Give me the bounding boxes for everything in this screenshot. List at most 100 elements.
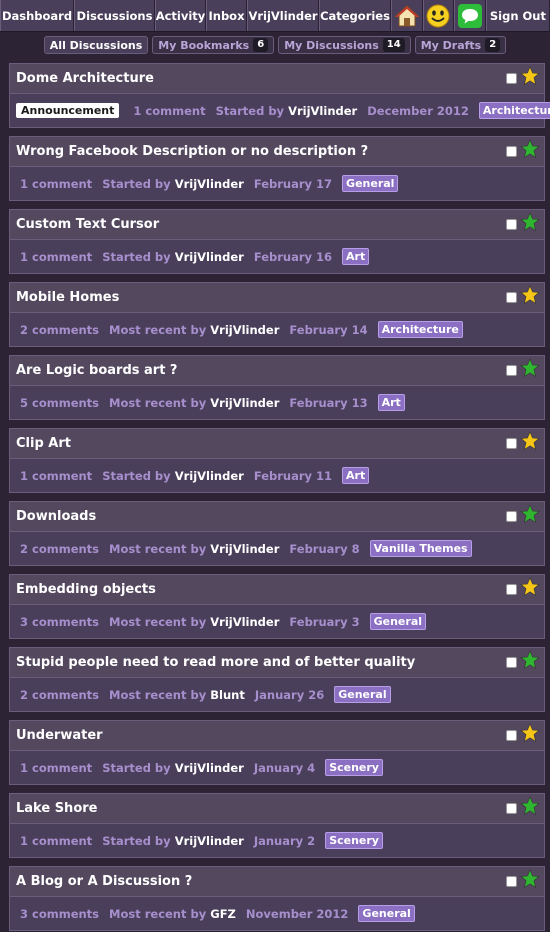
bookmark-star-icon[interactable] — [520, 577, 540, 597]
comment-count: 2 comments — [20, 322, 100, 337]
nav-inbox[interactable]: Inbox — [206, 0, 247, 31]
category-badge[interactable]: Art — [377, 394, 405, 411]
discussion-item[interactable]: Dome Architecture Announcement 1 comment… — [9, 63, 550, 128]
discussion-header: Wrong Facebook Description or no descrip… — [10, 137, 544, 167]
nav-home[interactable] — [391, 0, 423, 31]
chat-icon — [458, 3, 483, 28]
tab-my-bookmarks[interactable]: My Bookmarks 6 — [152, 36, 275, 54]
bookmark-star-icon[interactable] — [520, 212, 540, 232]
discussion-title[interactable]: Stupid people need to read more and of b… — [16, 655, 415, 670]
discussion-item[interactable]: Clip Art 1 comment Started by VrijVlinde… — [9, 428, 545, 493]
author-link[interactable]: Blunt — [210, 688, 245, 702]
smiley-icon — [426, 4, 450, 27]
bookmark-star-icon[interactable] — [520, 66, 540, 86]
bookmark-star-icon[interactable] — [520, 504, 540, 524]
last-activity: Most recent by GFZ — [109, 907, 236, 921]
tab-my-discussions[interactable]: My Discussions 14 — [278, 36, 411, 54]
nav-discussions[interactable]: Discussions — [74, 0, 155, 31]
discussion-item[interactable]: Are Logic boards art ? 5 comments Most r… — [9, 355, 545, 420]
author-link[interactable]: VrijVlinder — [175, 250, 244, 264]
discussion-item[interactable]: Mobile Homes 2 comments Most recent by V… — [9, 282, 545, 347]
author-link[interactable]: VrijVlinder — [210, 396, 279, 410]
select-checkbox[interactable] — [506, 657, 517, 668]
author-link[interactable]: VrijVlinder — [175, 469, 244, 483]
select-checkbox[interactable] — [506, 438, 517, 449]
discussion-item[interactable]: A Blog or A Discussion ? 3 comments Most… — [9, 866, 545, 931]
select-checkbox[interactable] — [506, 365, 517, 376]
comment-count: 1 comment — [133, 103, 206, 118]
nav-profile[interactable]: VrijVlinder — [247, 0, 319, 31]
category-badge[interactable]: Scenery — [325, 832, 383, 849]
nav-smiley[interactable] — [422, 0, 455, 31]
category-badge[interactable]: Architecture — [478, 102, 550, 119]
discussion-item[interactable]: Lake Shore 1 comment Started by VrijVlin… — [9, 793, 545, 858]
select-checkbox[interactable] — [506, 584, 517, 595]
discussion-item[interactable]: Underwater 1 comment Started by VrijVlin… — [9, 720, 545, 785]
tab-all-discussions[interactable]: All Discussions — [43, 36, 149, 54]
tab-label: My Discussions — [284, 38, 379, 52]
comment-count: 1 comment — [20, 760, 93, 775]
author-link[interactable]: GFZ — [210, 907, 236, 921]
discussion-title[interactable]: Dome Architecture — [16, 71, 154, 86]
tab-my-drafts[interactable]: My Drafts 2 — [414, 36, 507, 54]
nav-activity[interactable]: Activity — [155, 0, 206, 31]
bookmark-star-icon[interactable] — [520, 139, 540, 159]
discussion-date: November 2012 — [245, 906, 349, 921]
by-label: Most recent by — [109, 322, 207, 337]
discussion-title[interactable]: Mobile Homes — [16, 290, 119, 305]
discussion-item[interactable]: Stupid people need to read more and of b… — [9, 647, 545, 712]
bookmark-star-icon[interactable] — [520, 431, 540, 451]
discussion-header: Underwater — [10, 721, 544, 751]
bookmark-star-icon[interactable] — [520, 285, 540, 305]
author-link[interactable]: VrijVlinder — [210, 323, 279, 337]
select-checkbox[interactable] — [506, 219, 517, 230]
category-badge[interactable]: General — [369, 613, 427, 630]
nav-chat[interactable] — [454, 0, 486, 31]
discussion-item[interactable]: Downloads 2 comments Most recent by Vrij… — [9, 501, 545, 566]
discussion-item[interactable]: Custom Text Cursor 1 comment Started by … — [9, 209, 545, 274]
discussion-title[interactable]: Embedding objects — [16, 582, 156, 597]
discussion-title[interactable]: Are Logic boards art ? — [16, 363, 177, 378]
discussion-item[interactable]: Wrong Facebook Description or no descrip… — [9, 136, 545, 201]
discussion-title[interactable]: Downloads — [16, 509, 96, 524]
author-link[interactable]: VrijVlinder — [210, 542, 279, 556]
select-checkbox[interactable] — [506, 146, 517, 157]
category-badge[interactable]: General — [342, 175, 399, 192]
category-badge[interactable]: Art — [342, 467, 370, 484]
discussion-meta: 2 comments Most recent by VrijVlinder Fe… — [16, 540, 538, 557]
discussion-header: Dome Architecture — [10, 64, 544, 94]
discussion-list: Dome Architecture Announcement 1 comment… — [9, 63, 550, 932]
select-checkbox[interactable] — [506, 803, 517, 814]
author-link[interactable]: VrijVlinder — [210, 615, 279, 629]
select-checkbox[interactable] — [506, 876, 517, 887]
category-badge[interactable]: Scenery — [325, 759, 383, 776]
nav-dashboard[interactable]: Dashboard — [0, 0, 74, 31]
discussion-item[interactable]: Embedding objects 3 comments Most recent… — [9, 574, 545, 639]
bookmark-star-icon[interactable] — [520, 650, 540, 670]
author-link[interactable]: VrijVlinder — [175, 834, 244, 848]
discussion-title[interactable]: A Blog or A Discussion ? — [16, 874, 192, 889]
bookmark-star-icon[interactable] — [520, 869, 540, 889]
select-checkbox[interactable] — [506, 292, 517, 303]
bookmark-star-icon[interactable] — [520, 723, 540, 743]
bookmark-star-icon[interactable] — [520, 796, 540, 816]
author-link[interactable]: VrijVlinder — [288, 104, 357, 118]
select-checkbox[interactable] — [506, 511, 517, 522]
category-badge[interactable]: Art — [342, 248, 370, 265]
author-link[interactable]: VrijVlinder — [175, 177, 244, 191]
discussion-title[interactable]: Lake Shore — [16, 801, 97, 816]
discussion-title[interactable]: Wrong Facebook Description or no descrip… — [16, 144, 368, 159]
category-badge[interactable]: General — [334, 686, 391, 703]
nav-sign-out[interactable]: Sign Out — [485, 0, 550, 31]
category-badge[interactable]: General — [358, 905, 415, 922]
select-checkbox[interactable] — [506, 730, 517, 741]
nav-categories[interactable]: Categories — [319, 0, 391, 31]
category-badge[interactable]: Vanilla Themes — [369, 540, 472, 557]
discussion-title[interactable]: Underwater — [16, 728, 103, 743]
category-badge[interactable]: Architecture — [377, 321, 463, 338]
author-link[interactable]: VrijVlinder — [175, 761, 244, 775]
discussion-title[interactable]: Clip Art — [16, 436, 71, 451]
discussion-title[interactable]: Custom Text Cursor — [16, 217, 159, 232]
bookmark-star-icon[interactable] — [520, 358, 540, 378]
select-checkbox[interactable] — [506, 73, 517, 84]
